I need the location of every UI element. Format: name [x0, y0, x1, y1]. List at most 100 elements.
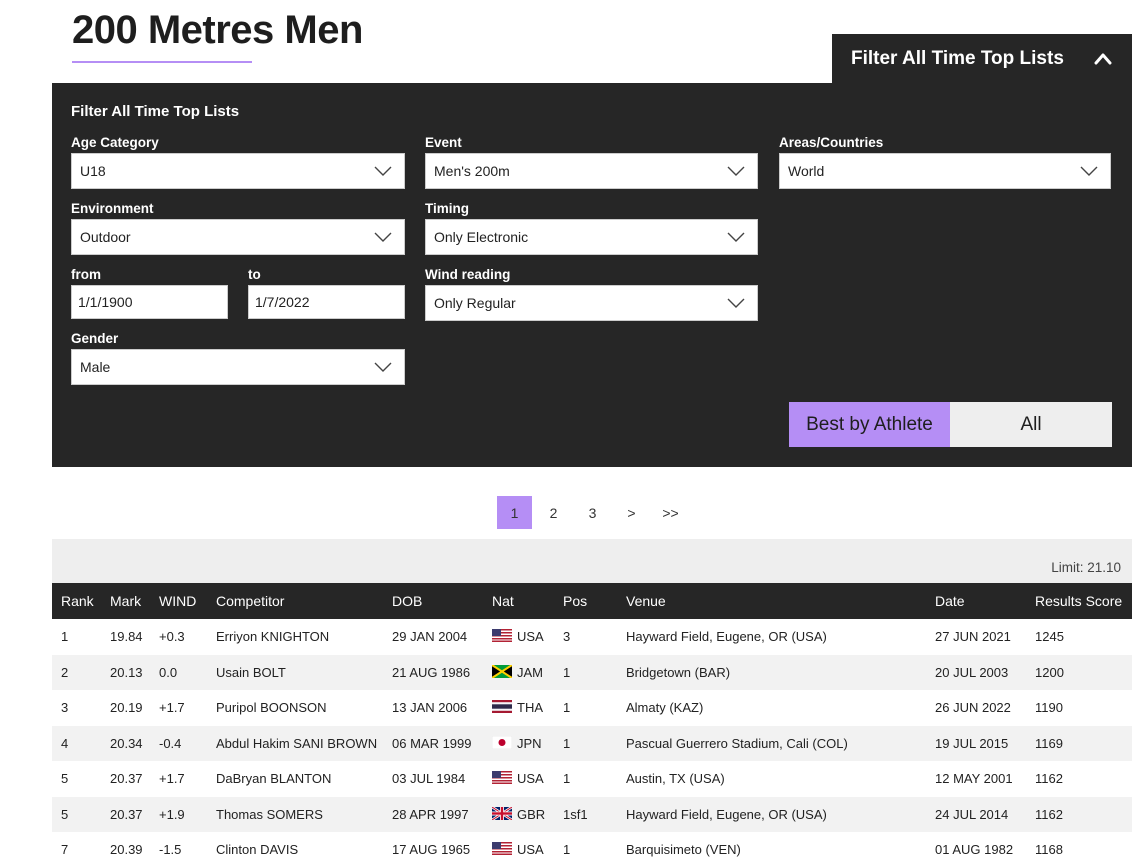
cell-score: 1162: [1026, 796, 1132, 832]
cell-nat: USA: [483, 619, 554, 655]
areas-countries-select[interactable]: World: [779, 153, 1111, 189]
cell-mark: 19.84: [110, 629, 143, 645]
table-row: 7 20.39 -1.5 Clinton DAVIS 17 AUG 1965 U…: [52, 832, 1132, 865]
header-mark: Mark: [101, 583, 150, 619]
competitor-link[interactable]: DaBryan BLANTON: [207, 761, 383, 797]
event-select[interactable]: Men's 200m: [425, 153, 758, 189]
gender-select[interactable]: Male: [71, 349, 405, 385]
to-date-input[interactable]: [248, 285, 405, 319]
cell-mark: 20.34: [101, 725, 150, 761]
cell-nat: USA: [483, 761, 554, 797]
cell-pos: 1: [563, 700, 571, 716]
nat-code: JPN: [517, 735, 542, 751]
filter-toggle-button[interactable]: Filter All Time Top Lists: [832, 34, 1132, 84]
page-2-link[interactable]: 2: [536, 496, 571, 529]
event-value: Men's 200m: [434, 163, 510, 179]
cell-mark: 20.13: [101, 654, 150, 690]
wind-reading-select[interactable]: Only Regular: [425, 285, 758, 321]
cell-wind: +1.7: [159, 700, 185, 716]
best-by-athlete-button[interactable]: Best by Athlete: [789, 402, 950, 447]
age-category-value: U18: [80, 163, 106, 179]
page-title: 200 Metres Men: [72, 8, 363, 52]
timing-select[interactable]: Only Electronic: [425, 219, 758, 255]
cell-dob: 06 MAR 1999: [383, 725, 483, 761]
cell-rank: 5: [61, 771, 69, 787]
cell-pos: 3: [563, 629, 571, 645]
nat-code: JAM: [517, 664, 543, 680]
cell-date: 27 JUN 2021: [935, 629, 1011, 645]
cell-wind: -0.4: [150, 725, 207, 761]
table-row: 1 19.84 +0.3 Erriyon KNIGHTON 29 JAN 200…: [52, 619, 1132, 655]
cell-mark: 20.37: [110, 771, 143, 787]
competitor-link[interactable]: Usain BOLT: [207, 654, 383, 690]
page-3-link[interactable]: 3: [575, 496, 610, 529]
next-page-link[interactable]: >: [614, 496, 649, 529]
tha-flag-icon: [492, 700, 512, 714]
cell-mark: 20.39: [110, 842, 143, 858]
table-header-row: Rank Mark WIND Competitor DOB Nat Pos Ve…: [52, 583, 1132, 619]
page-1-link[interactable]: 1: [497, 496, 532, 529]
table-row: 2 20.13 0.0 Usain BOLT 21 AUG 1986 JAM 1…: [52, 654, 1132, 690]
cell-nat: JPN: [483, 725, 554, 761]
cell-nat: THA: [483, 690, 554, 726]
cell-date: 19 JUL 2015: [926, 725, 1026, 761]
cell-dob: 03 JUL 1984: [392, 771, 466, 787]
cell-wind: +0.3: [159, 629, 185, 645]
usa-flag-icon: [492, 629, 512, 643]
from-date-input[interactable]: [71, 285, 228, 319]
filter-panel-heading: Filter All Time Top Lists: [71, 103, 240, 120]
all-results-button[interactable]: All: [950, 402, 1112, 447]
event-label: Event: [425, 135, 462, 150]
header-venue: Venue: [617, 583, 926, 619]
cell-dob: 13 JAN 2006: [392, 700, 468, 716]
gbr-flag-icon: [492, 806, 512, 820]
cell-rank: 5: [52, 796, 101, 832]
competitor-link[interactable]: Thomas SOMERS: [207, 796, 383, 832]
cell-mark: 20.19: [110, 700, 143, 716]
jpn-flag-icon: [492, 735, 512, 749]
gender-value: Male: [80, 359, 111, 375]
last-page-link[interactable]: >>: [653, 496, 688, 529]
age-category-label: Age Category: [71, 135, 159, 150]
cell-date: 01 AUG 1982: [935, 842, 1014, 858]
cell-venue: Hayward Field, Eugene, OR (USA): [626, 629, 827, 645]
jam-flag-icon: [492, 664, 512, 678]
table-row: 5 20.37 +1.9 Thomas SOMERS 28 APR 1997 G…: [52, 796, 1132, 832]
age-category-select[interactable]: U18: [71, 153, 405, 189]
usa-flag-icon: [492, 771, 512, 785]
filter-toggle-label: Filter All Time Top Lists: [851, 48, 1064, 69]
results-table: Rank Mark WIND Competitor DOB Nat Pos Ve…: [52, 583, 1132, 865]
cell-date: 20 JUL 2003: [926, 654, 1026, 690]
cell-rank: 3: [61, 700, 69, 716]
cell-pos: 1: [563, 842, 571, 858]
competitor-link[interactable]: Erriyon KNIGHTON: [207, 619, 383, 655]
table-row: 3 20.19 +1.7 Puripol BOONSON 13 JAN 2006…: [52, 690, 1132, 726]
chevron-up-icon: [1094, 53, 1112, 65]
competitor-link[interactable]: Clinton DAVIS: [207, 832, 383, 865]
environment-value: Outdoor: [80, 229, 131, 245]
cell-wind: -1.5: [159, 842, 182, 858]
environment-select[interactable]: Outdoor: [71, 219, 405, 255]
cell-venue: Pascual Guerrero Stadium, Cali (COL): [617, 725, 926, 761]
nat-code: USA: [517, 771, 544, 787]
header-dob: DOB: [383, 583, 483, 619]
cell-pos: 1: [563, 771, 571, 787]
chevron-down-icon: [727, 232, 745, 242]
cell-wind: +1.9: [150, 796, 207, 832]
header-nat: Nat: [483, 583, 554, 619]
limit-text: Limit: 21.10: [1051, 560, 1121, 575]
cell-wind: +1.7: [159, 771, 185, 787]
cell-score: 1168: [1035, 842, 1063, 858]
limit-bar: Limit: 21.10: [52, 539, 1132, 583]
cell-pos: 1sf1: [554, 796, 617, 832]
competitor-link[interactable]: Abdul Hakim SANI BROWN: [207, 725, 383, 761]
cell-dob: 28 APR 1997: [383, 796, 483, 832]
nat-code: GBR: [517, 806, 546, 822]
competitor-link[interactable]: Puripol BOONSON: [207, 690, 383, 726]
chevron-down-icon: [374, 362, 392, 372]
chevron-down-icon: [1080, 166, 1098, 176]
title-underline: [72, 61, 252, 63]
chevron-down-icon: [374, 232, 392, 242]
to-label: to: [248, 267, 261, 282]
filter-panel: Filter All Time Top Lists Age Category U…: [52, 83, 1132, 467]
